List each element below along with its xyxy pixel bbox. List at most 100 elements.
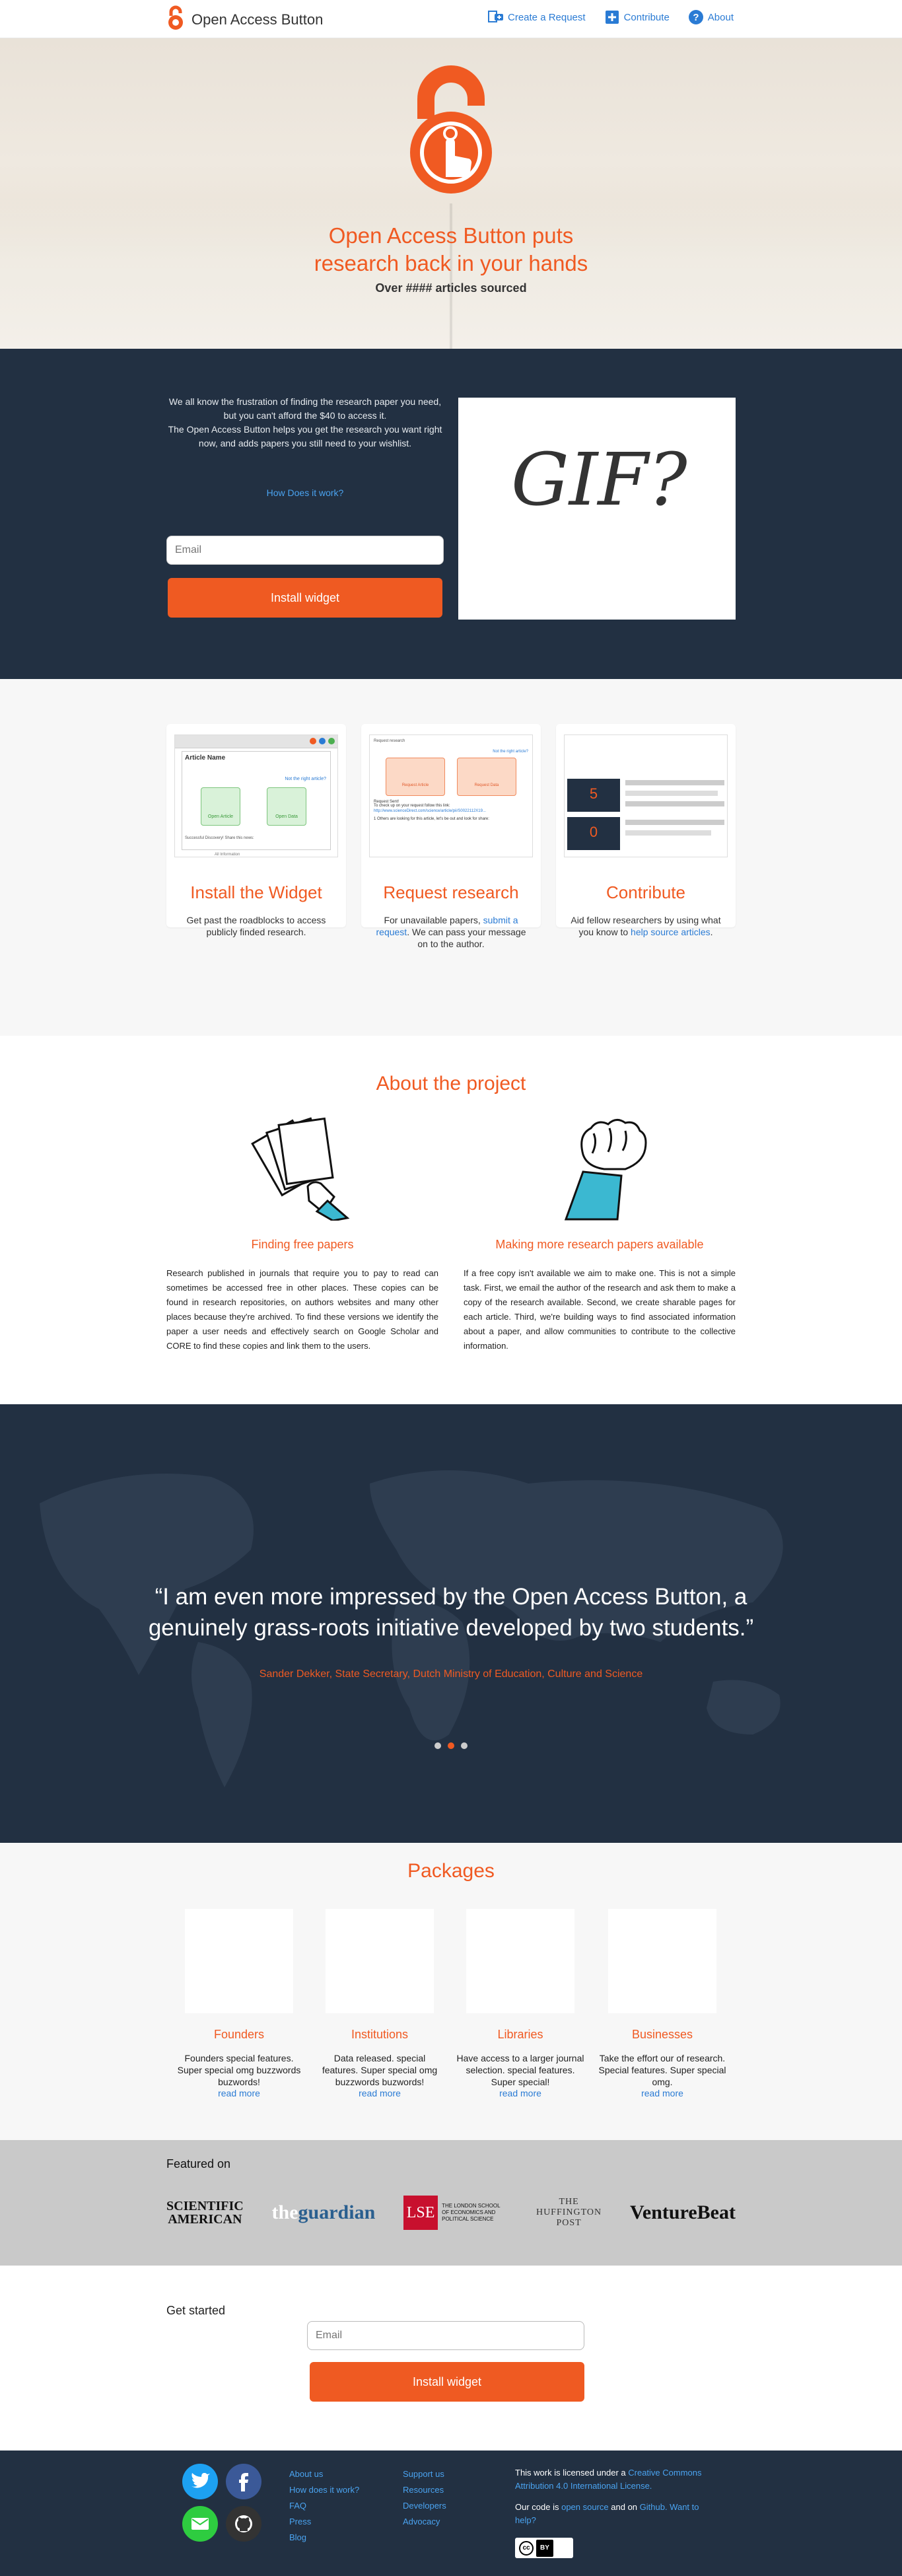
install-widget-button[interactable]: Install widget: [168, 578, 442, 618]
package-libraries: Libraries Have access to a larger journa…: [456, 1909, 585, 2100]
finding-free-papers-title: Finding free papers: [251, 1238, 354, 1251]
carousel-dot-active[interactable]: [448, 1742, 454, 1749]
hero-title: Open Access Button puts research back in…: [0, 222, 902, 277]
logo-text: LSE: [403, 2196, 438, 2230]
guardian-logo[interactable]: theguardian: [272, 2201, 376, 2224]
logo-text: HUFFINGTON: [536, 2207, 602, 2217]
request-others-text: 1 Others are looking for this article, l…: [374, 817, 489, 821]
footer-link-support-us[interactable]: Support us: [403, 2466, 446, 2482]
twitter-icon[interactable]: [182, 2464, 218, 2499]
widget-footer: All Information: [215, 853, 240, 857]
feature-desc-text: . We can pass your message on to the aut…: [407, 927, 526, 949]
request-article-label: Request Article: [401, 783, 429, 787]
package-image: [608, 1909, 716, 2013]
carousel-dot[interactable]: [461, 1742, 468, 1749]
package-businesses: Businesses Take the effort our of resear…: [598, 1909, 727, 2100]
feature-title: Contribute: [606, 882, 685, 902]
package-read-more-link[interactable]: read more: [499, 2088, 541, 2098]
footer-link-developers[interactable]: Developers: [403, 2498, 446, 2514]
about-section: About the project Finding free papers Re…: [0, 1036, 902, 1404]
packages-heading: Packages: [407, 1860, 495, 1882]
plus-icon: [604, 9, 620, 25]
lse-logo[interactable]: LSE THE LONDON SCHOOL OF ECONOMICS AND P…: [403, 2196, 508, 2230]
package-desc: Have access to a larger journal selectio…: [456, 2053, 584, 2087]
license-text: This work is licensed under a Creative C…: [515, 2466, 720, 2558]
package-read-more-link[interactable]: read more: [641, 2088, 683, 2098]
hero-title-line2: research back in your hands: [314, 251, 588, 275]
open-source-link[interactable]: open source: [561, 2502, 609, 2512]
brand[interactable]: Open Access Button: [166, 5, 323, 34]
help-source-articles-link[interactable]: help source articles: [631, 927, 711, 937]
footer-link-press[interactable]: Press: [289, 2514, 359, 2530]
nav-contribute[interactable]: Contribute: [604, 9, 670, 25]
about-col-finding: Finding free papers Research published i…: [166, 1102, 438, 1353]
making-papers-available-body: If a free copy isn't available we aim to…: [464, 1268, 736, 1351]
package-desc: Data released. special features. Super s…: [322, 2053, 438, 2087]
request-not-right-link[interactable]: Not the right article?: [374, 750, 528, 754]
cc-by-text: BY: [536, 2539, 553, 2557]
email-input[interactable]: [166, 536, 444, 565]
footer-link-resources[interactable]: Resources: [403, 2482, 446, 2498]
carousel-dot[interactable]: [434, 1742, 441, 1749]
footer-link-about-us[interactable]: About us: [289, 2466, 359, 2482]
feature-card-request: Request research Not the right article? …: [361, 724, 541, 949]
package-image: [466, 1909, 574, 2013]
footer-link-blog[interactable]: Blog: [289, 2530, 359, 2546]
hero-section: Open Access Button puts research back in…: [0, 38, 902, 349]
package-title: Libraries: [497, 2028, 543, 2041]
intro-text: We all know the frustration of finding t…: [166, 395, 444, 450]
footer-links-col1: About us How does it work? FAQ Press Blo…: [289, 2466, 359, 2546]
widget-open-article-button[interactable]: Open Article: [201, 787, 240, 826]
press-logos: SCIENTIFIC AMERICAN theguardian LSE THE …: [166, 2186, 736, 2239]
request-track-text: To check up on your request follow this …: [374, 804, 450, 808]
get-started-email-input[interactable]: [307, 2321, 584, 2350]
footer-link-advocacy[interactable]: Advocacy: [403, 2514, 446, 2530]
footer-links-col2: Support us Resources Developers Advocacy: [403, 2466, 446, 2530]
logo-text: POST: [556, 2218, 582, 2228]
nav-contribute-label: Contribute: [623, 11, 670, 23]
contribute-line: [625, 830, 711, 836]
code-pre: Our code is: [515, 2502, 562, 2512]
package-read-more-link[interactable]: read more: [359, 2088, 401, 2098]
code-mid: and on: [608, 2502, 640, 2512]
cc-badge-text: cc: [519, 2540, 534, 2556]
feature-desc: Get past the roadblocks to access public…: [186, 915, 326, 937]
cc-by-badge-icon[interactable]: cc BY: [515, 2538, 573, 2558]
request-track-link[interactable]: http://www.scienceDirect.com/science/art…: [374, 809, 528, 813]
extension-icon: [328, 738, 335, 744]
request-article-button[interactable]: Request Article: [386, 758, 445, 796]
nav-about[interactable]: ? About: [688, 9, 734, 25]
package-founders: Founders Founders special features. Supe…: [174, 1909, 304, 2100]
get-started-install-button[interactable]: Install widget: [310, 2362, 584, 2402]
request-data-button[interactable]: Request Data: [457, 758, 516, 796]
contribute-line: [625, 780, 724, 785]
package-read-more-link[interactable]: read more: [218, 2088, 260, 2098]
get-started-section: Get started Install widget: [0, 2266, 902, 2451]
contribute-line: [625, 820, 724, 825]
nav-create-request[interactable]: Create a Request: [488, 9, 586, 25]
extension-icon: [319, 738, 326, 744]
gif-placeholder: GIF?: [458, 398, 736, 620]
package-desc: Founders special features. Super special…: [177, 2053, 301, 2087]
making-papers-available-title: Making more research papers available: [495, 1238, 704, 1251]
feature-desc: For unavailable papers, submit a request…: [374, 914, 528, 950]
email-icon[interactable]: [182, 2506, 218, 2542]
open-access-logo-icon: [166, 5, 185, 34]
widget-not-right-link[interactable]: Not the right article?: [285, 777, 326, 781]
facebook-icon[interactable]: [226, 2464, 261, 2499]
logo-text: THE LONDON SCHOOL OF ECONOMICS AND POLIT…: [442, 2203, 501, 2222]
papers-hand-icon: [166, 1102, 438, 1221]
footer-link-faq[interactable]: FAQ: [289, 2498, 359, 2514]
venturebeat-logo[interactable]: VentureBeat: [630, 2201, 736, 2224]
contribute-count-2: 0: [567, 817, 620, 850]
scientific-american-logo[interactable]: SCIENTIFIC AMERICAN: [166, 2200, 244, 2226]
how-it-works-link[interactable]: How Does it work?: [166, 487, 444, 498]
request-mock-label: Request research: [374, 739, 405, 743]
huffington-post-logo[interactable]: THE HUFFINGTON POST: [536, 2197, 602, 2229]
footer-link-how-it-works[interactable]: How does it work?: [289, 2482, 359, 2498]
github-icon[interactable]: [226, 2506, 261, 2542]
request-icon: [488, 9, 504, 25]
widget-open-data-button[interactable]: Open Data: [267, 787, 306, 826]
feature-title: Install the Widget: [190, 882, 322, 902]
main-nav: Create a Request Contribute ? About: [488, 9, 734, 25]
